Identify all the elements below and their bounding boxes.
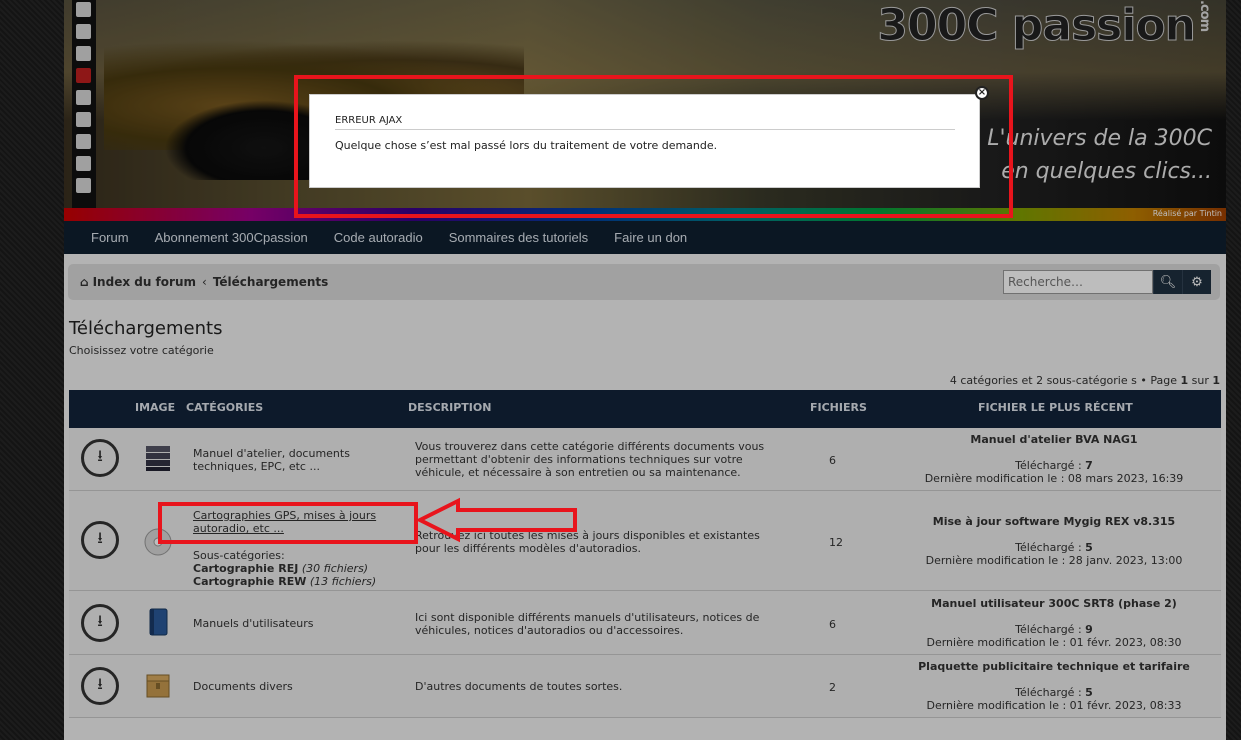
- annotation-highlight-category: [158, 502, 418, 544]
- annotation-arrow-icon: [416, 497, 577, 543]
- annotation-highlight-dialog: [294, 75, 1013, 218]
